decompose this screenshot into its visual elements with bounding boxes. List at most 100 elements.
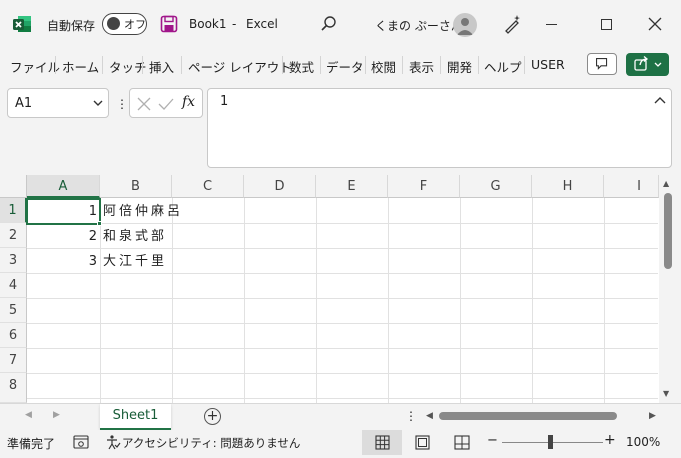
gridline	[604, 198, 605, 403]
share-icon	[634, 56, 662, 71]
search-icon[interactable]	[320, 15, 338, 33]
status-bar: 準備完了 アクセシビリティ: 問題ありません − + 100%	[0, 430, 681, 455]
macro-record-icon[interactable]	[73, 435, 89, 449]
menu-divider	[524, 56, 525, 74]
autosave-label: 自動保存	[47, 19, 96, 33]
magic-wand-icon[interactable]	[503, 14, 523, 34]
tab-data[interactable]: データ	[326, 57, 364, 76]
add-sheet-button[interactable]: +	[204, 408, 221, 425]
tab-help[interactable]: ヘルプ	[484, 57, 522, 76]
vertical-scrollbar[interactable]: ▲ ▼	[659, 175, 681, 403]
column-header-c[interactable]: C	[172, 175, 244, 198]
scroll-right-icon[interactable]: ▶	[649, 411, 656, 421]
accessibility-icon[interactable]	[105, 434, 121, 450]
menu-divider	[142, 56, 143, 74]
row-header-4[interactable]: 4	[0, 273, 27, 298]
gridline	[460, 198, 461, 403]
tab-review[interactable]: 校閲	[371, 57, 396, 76]
comments-button[interactable]	[587, 53, 617, 75]
excel-logo-icon	[13, 16, 31, 32]
column-header-b[interactable]: B	[100, 175, 172, 198]
enter-icon[interactable]	[158, 97, 174, 111]
column-header-g[interactable]: G	[460, 175, 532, 198]
tab-view[interactable]: 表示	[409, 57, 434, 76]
close-icon[interactable]	[646, 15, 664, 33]
formula-content: 1	[220, 94, 229, 109]
page-break-icon	[454, 435, 470, 450]
prev-sheet-icon[interactable]: ◀	[25, 410, 32, 420]
tab-formulas[interactable]: 数式	[289, 57, 314, 76]
save-icon[interactable]	[160, 15, 178, 33]
column-header-d[interactable]: D	[244, 175, 316, 198]
tab-page-layout[interactable]: ページ レイアウト	[188, 57, 292, 76]
column-header-h[interactable]: H	[532, 175, 604, 198]
gridline	[27, 323, 658, 324]
row-header-7[interactable]: 7	[0, 348, 27, 373]
cell-a3[interactable]: 3	[27, 249, 100, 274]
select-all-corner[interactable]	[0, 175, 27, 198]
column-header-i[interactable]: I	[604, 175, 659, 198]
gridline	[388, 198, 389, 403]
tab-developer[interactable]: 開発	[447, 57, 472, 76]
zoom-in-button[interactable]: +	[604, 432, 616, 448]
tab-home[interactable]: ホーム	[62, 57, 99, 76]
gridline	[27, 398, 658, 399]
gridline	[27, 348, 658, 349]
scroll-up-icon[interactable]: ▲	[663, 179, 669, 188]
menu-divider	[478, 56, 479, 74]
row-header-2[interactable]: 2	[0, 223, 27, 248]
formula-input[interactable]: 1	[207, 88, 672, 168]
insert-function-button[interactable]: fx	[182, 94, 195, 110]
tab-file[interactable]: ファイル	[10, 57, 60, 76]
horizontal-scroll-thumb[interactable]	[439, 412, 617, 420]
next-sheet-icon[interactable]: ▶	[53, 410, 60, 420]
user-name[interactable]: くまの ぷーさん	[375, 17, 463, 34]
tab-user[interactable]: USER	[531, 57, 565, 72]
gridline	[244, 198, 245, 403]
cell-b3[interactable]: 大江千里	[100, 249, 240, 274]
name-box[interactable]: A1	[7, 88, 109, 118]
column-header-a[interactable]: A	[27, 175, 100, 198]
share-button[interactable]	[626, 53, 669, 76]
avatar[interactable]	[453, 13, 477, 37]
menu-divider	[102, 56, 103, 74]
zoom-slider-thumb[interactable]	[548, 435, 553, 449]
fill-handle[interactable]	[97, 221, 102, 226]
zoom-level[interactable]: 100%	[626, 435, 660, 449]
page-layout-view-button[interactable]	[402, 430, 442, 455]
row-header-6[interactable]: 6	[0, 323, 27, 348]
sheet-tab-sheet1[interactable]: Sheet1	[100, 404, 171, 430]
title-bar: 自動保存 オフ Book1 - Excel くまの ぷーさん	[0, 0, 681, 50]
menu-divider	[282, 56, 283, 74]
page-break-view-button[interactable]	[442, 430, 482, 455]
tab-touch[interactable]: タッチ	[109, 57, 147, 76]
menu-divider	[55, 56, 56, 74]
accessibility-status[interactable]: アクセシビリティ: 問題ありません	[122, 435, 300, 451]
row-header-1[interactable]: 1	[0, 198, 27, 223]
row-header-5[interactable]: 5	[0, 298, 27, 323]
tab-split-handle[interactable]: ⋮	[405, 409, 417, 423]
horizontal-scrollbar[interactable]: ◀ ▶	[422, 408, 660, 425]
cancel-icon[interactable]	[137, 97, 151, 111]
minimize-icon[interactable]	[546, 24, 557, 25]
formula-bar-dots[interactable]: ⋮	[116, 97, 128, 111]
row-header-8[interactable]: 8	[0, 373, 27, 403]
menu-divider	[402, 56, 403, 74]
zoom-out-button[interactable]: −	[487, 433, 498, 448]
autosave-toggle[interactable]: オフ	[102, 13, 147, 35]
row-header-3[interactable]: 3	[0, 248, 27, 273]
column-header-f[interactable]: F	[388, 175, 460, 198]
tab-insert[interactable]: 挿入	[149, 57, 174, 76]
scroll-down-icon[interactable]: ▼	[663, 389, 669, 398]
maximize-icon[interactable]	[601, 19, 612, 30]
collapse-formula-bar-icon[interactable]	[654, 97, 666, 104]
scroll-left-icon[interactable]: ◀	[426, 411, 433, 421]
normal-view-button[interactable]	[362, 430, 402, 455]
column-header-e[interactable]: E	[316, 175, 388, 198]
cell-a2[interactable]: 2	[27, 224, 100, 249]
vertical-scroll-thumb[interactable]	[664, 193, 672, 269]
cell-b2[interactable]: 和泉式部	[100, 224, 240, 249]
cell-b1[interactable]: 阿倍仲麻呂	[100, 199, 240, 224]
comment-icon	[596, 58, 608, 70]
grid-view-icon	[375, 435, 390, 450]
